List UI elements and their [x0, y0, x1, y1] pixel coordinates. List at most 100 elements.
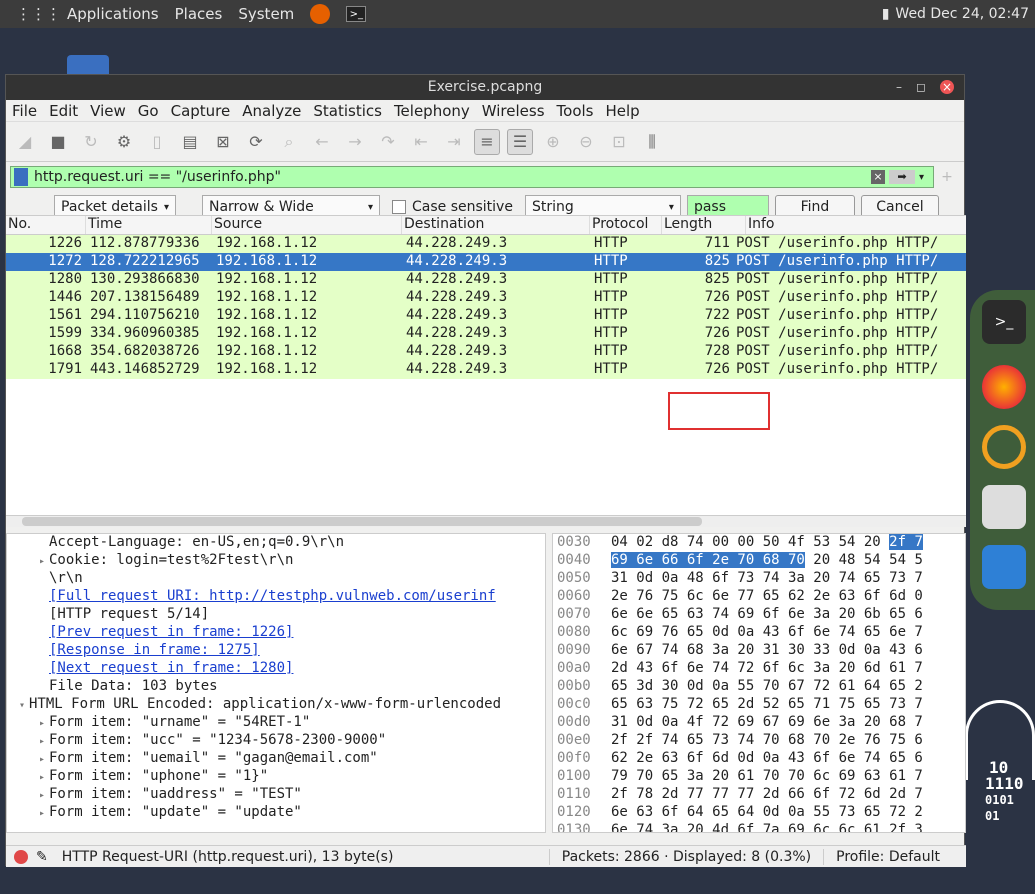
hex-row[interactable]: 0060 2e 76 75 6c 6e 77 65 62 2e 63 6f 6d … [553, 588, 965, 606]
hex-row[interactable]: 0120 6e 63 6f 64 65 64 0d 0a 55 73 65 72 … [553, 804, 965, 822]
packet-row[interactable]: 1599 334.960960385 192.168.1.12 44.228.249.… [6, 325, 966, 343]
hex-row[interactable]: 0110 2f 78 2d 77 77 77 2d 66 6f 72 6d 2d … [553, 786, 965, 804]
form-item[interactable]: ▸ Form item: "ucc" = "1234-5678-2300-9000… [7, 732, 545, 750]
clear-filter-icon[interactable]: × [871, 170, 885, 184]
menu-file[interactable]: File [12, 102, 37, 120]
detail-line[interactable]: [HTTP request 5/14] [7, 606, 545, 624]
go-first-icon[interactable]: ⇤ [408, 129, 434, 155]
detail-line[interactable]: \r\n [7, 570, 545, 588]
clock[interactable]: ▮ Wed Dec 24, 02:47 [882, 0, 1029, 28]
packet-row[interactable]: 1668 354.682038726 192.168.1.12 44.228.249.… [6, 343, 966, 361]
hex-row[interactable]: 0130 6e 74 3a 20 4d 6f 7a 69 6c 6c 61 2f … [553, 822, 965, 832]
col-time[interactable]: Time [86, 216, 212, 234]
go-last-icon[interactable]: ⇥ [441, 129, 467, 155]
capture-options-icon[interactable]: ⚙ [111, 129, 137, 155]
detail-line[interactable]: Accept-Language: en-US,en;q=0.9\r\n [7, 534, 545, 552]
col-no[interactable]: No. [6, 216, 86, 234]
zoom-in-icon[interactable]: ⊕ [540, 129, 566, 155]
filter-history-icon[interactable]: ▾ [919, 172, 933, 183]
hex-row[interactable]: 0050 31 0d 0a 48 6f 73 74 3a 20 74 65 73 … [553, 570, 965, 588]
open-file-icon[interactable]: ▯ [144, 129, 170, 155]
firefox-launcher-icon[interactable] [310, 4, 331, 24]
minimize-icon[interactable]: – [892, 80, 906, 94]
colorize-icon[interactable]: ☰ [507, 128, 533, 155]
expand-icon[interactable]: ▸ [35, 736, 49, 747]
expand-icon[interactable]: ▸ [35, 754, 49, 765]
sync-icon[interactable] [982, 425, 1026, 469]
hex-row[interactable]: 0100 79 70 65 3a 20 61 70 70 6c 69 63 61 … [553, 768, 965, 786]
title-bar[interactable]: Exercise.pcapng – ◻ × [6, 75, 964, 100]
system-menu[interactable]: System [238, 5, 294, 23]
menu-statistics[interactable]: Statistics [313, 102, 382, 120]
col-length[interactable]: Length [662, 216, 746, 234]
applications-menu[interactable]: Applications [67, 5, 159, 23]
hex-row[interactable]: 00a0 2d 43 6f 6e 74 72 6f 6c 3a 20 6d 61 … [553, 660, 965, 678]
hex-row[interactable]: 00c0 65 63 75 72 65 2d 52 65 71 75 65 73 … [553, 696, 965, 714]
detail-link[interactable]: [Full request URI: http://testphp.vulnwe… [7, 588, 545, 606]
add-filter-icon[interactable]: + [934, 169, 960, 185]
collapse-icon[interactable]: ▾ [15, 700, 29, 711]
zoom-out-icon[interactable]: ⊖ [573, 129, 599, 155]
autoscroll-icon[interactable]: ≡ [474, 128, 500, 155]
start-capture-icon[interactable]: ◢ [12, 129, 38, 155]
menu-help[interactable]: Help [605, 102, 639, 120]
stop-capture-icon[interactable]: ■ [45, 129, 71, 155]
display-filter-input[interactable]: http.request.uri == "/userinfo.php" × ➡ … [10, 166, 934, 188]
hex-row[interactable]: 00b0 65 3d 30 0d 0a 55 70 67 72 61 64 65 … [553, 678, 965, 696]
scrollbar-thumb[interactable] [22, 517, 702, 526]
expand-icon[interactable]: ▸ [35, 556, 49, 567]
detail-link[interactable]: [Prev request in frame: 1226] [7, 624, 545, 642]
detail-line[interactable]: ▸ Cookie: login=test%2Ftest\r\n [7, 552, 545, 570]
go-back-icon[interactable]: ← [309, 129, 335, 155]
case-sensitive-checkbox[interactable] [392, 200, 406, 214]
places-menu[interactable]: Places [175, 5, 223, 23]
terminal-icon[interactable]: >_ [982, 300, 1026, 344]
edit-comment-icon[interactable]: ✎ [36, 849, 48, 865]
expand-icon[interactable]: ▸ [35, 790, 49, 801]
col-info[interactable]: Info [746, 216, 966, 234]
menu-go[interactable]: Go [138, 102, 159, 120]
save-file-icon[interactable]: ▤ [177, 129, 203, 155]
expert-info-icon[interactable] [14, 849, 28, 864]
packet-row[interactable]: 1226 112.878779336 192.168.1.12 44.228.249.… [6, 235, 966, 253]
close-icon[interactable]: × [940, 80, 954, 94]
form-item[interactable]: ▸ Form item: "urname" = "54RET-1" [7, 714, 545, 732]
terminal-launcher-icon[interactable]: >_ [346, 6, 367, 22]
reload-file-icon[interactable]: ⟳ [243, 129, 269, 155]
maximize-icon[interactable]: ◻ [914, 80, 928, 94]
form-item[interactable]: ▸ Form item: "uphone" = "1}" [7, 768, 545, 786]
status-profile[interactable]: Profile: Default [823, 848, 966, 865]
col-destination[interactable]: Destination [402, 216, 590, 234]
packet-list-scrollbar[interactable] [6, 515, 966, 527]
detail-line[interactable]: ▾ HTML Form URL Encoded: application/x-ww… [7, 696, 545, 714]
go-to-packet-icon[interactable]: ↷ [375, 129, 401, 155]
menu-wireless[interactable]: Wireless [482, 102, 545, 120]
find-packet-icon[interactable]: ⌕ [276, 129, 302, 155]
col-protocol[interactable]: Protocol [590, 216, 662, 234]
form-item[interactable]: ▸ Form item: "uaddress" = "TEST" [7, 786, 545, 804]
menu-tools[interactable]: Tools [557, 102, 594, 120]
bookmark-icon[interactable] [14, 168, 28, 186]
hex-row[interactable]: 0090 6e 67 74 68 3a 20 31 30 33 0d 0a 43 … [553, 642, 965, 660]
packet-row[interactable]: 1280 130.293866830 192.168.1.12 44.228.249.… [6, 271, 966, 289]
resize-columns-icon[interactable]: ⫼ [639, 129, 665, 155]
form-item[interactable]: ▸ Form item: "uemail" = "gagan@email.com" [7, 750, 545, 768]
wireshark-icon[interactable] [982, 545, 1026, 589]
packet-row[interactable]: 1272 128.722212965 192.168.1.12 44.228.249.… [6, 253, 966, 271]
packet-row[interactable]: 1561 294.110756210 192.168.1.12 44.228.249.… [6, 307, 966, 325]
go-forward-icon[interactable]: → [342, 129, 368, 155]
col-source[interactable]: Source [212, 216, 402, 234]
detail-link[interactable]: [Next request in frame: 1280] [7, 660, 545, 678]
hex-row[interactable]: 00f0 62 2e 63 6f 6d 0d 0a 43 6f 6e 74 65 … [553, 750, 965, 768]
normal-size-icon[interactable]: ⊡ [606, 129, 632, 155]
expand-icon[interactable]: ▸ [35, 718, 49, 729]
hex-row[interactable]: 0030 04 02 d8 74 00 00 50 4f 53 54 20 2f … [553, 534, 965, 552]
apply-filter-icon[interactable]: ➡ [889, 170, 915, 184]
expand-icon[interactable]: ▸ [35, 772, 49, 783]
apps-grid-icon[interactable]: ⋮⋮⋮ [16, 5, 61, 23]
hex-row[interactable]: 0080 6c 69 76 65 0d 0a 43 6f 6e 74 65 6e … [553, 624, 965, 642]
close-file-icon[interactable]: ⊠ [210, 129, 236, 155]
menu-analyze[interactable]: Analyze [242, 102, 301, 120]
detail-link[interactable]: [Response in frame: 1275] [7, 642, 545, 660]
hex-row[interactable]: 00e0 2f 2f 74 65 73 74 70 68 70 2e 76 75 … [553, 732, 965, 750]
